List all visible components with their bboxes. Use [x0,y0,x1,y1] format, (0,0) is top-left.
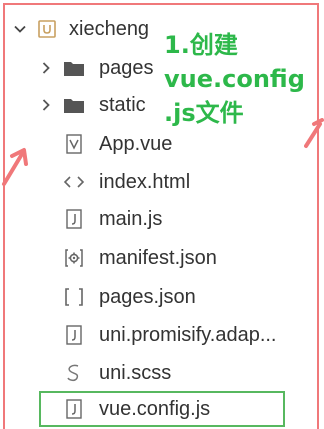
tree-item-label: main.js [99,207,163,230]
tree-item-manifest-json[interactable]: manifest.json [0,243,300,273]
folder-icon [63,57,85,79]
tree-item-pages-json[interactable]: pages.json [0,282,300,312]
js-file-icon [63,208,85,230]
js-file-icon [63,398,85,420]
tree-item-label: manifest.json [99,246,217,269]
annotation-arrow-left-icon [2,148,28,186]
html-code-icon [63,171,85,193]
annotation-line-1: 1.创建 [164,31,238,59]
tree-item-label: uni.promisify.adap... [99,323,277,346]
tree-item-uni-promisify[interactable]: uni.promisify.adap... [0,320,300,350]
tree-item-label: static [99,93,146,116]
project-folder-icon [36,18,58,40]
tree-item-label: uni.scss [99,361,172,384]
tree-item-vue-config-js[interactable]: vue.config.js [0,394,300,424]
tree-item-label: index.html [99,170,191,193]
annotation-line-2: vue.config [164,65,305,93]
annotation-arrow-right-icon [304,118,324,148]
tree-item-label: vue.config.js [99,397,211,420]
project-name: xiecheng [69,17,150,40]
json-brackets-icon [63,286,85,308]
chevron-right-icon[interactable] [37,96,55,114]
chevron-right-icon[interactable] [37,59,55,77]
folder-icon [63,94,85,116]
tree-item-label: App.vue [99,132,173,155]
vue-file-icon [63,133,85,155]
chevron-down-icon[interactable] [11,20,29,38]
manifest-file-icon [63,247,85,269]
tree-item-uni-scss[interactable]: uni.scss [0,358,300,388]
tree-item-main-js[interactable]: main.js [0,204,300,234]
tree-item-index-html[interactable]: index.html [0,167,300,197]
annotation-text: 1.创建 vue.config .js文件 [164,28,305,130]
js-file-icon [63,324,85,346]
tree-item-label: pages [99,56,154,79]
tree-item-app-vue[interactable]: App.vue [0,129,300,159]
tree-item-label: pages.json [99,285,196,308]
annotation-line-3: .js文件 [164,99,244,127]
scss-file-icon [63,362,85,384]
